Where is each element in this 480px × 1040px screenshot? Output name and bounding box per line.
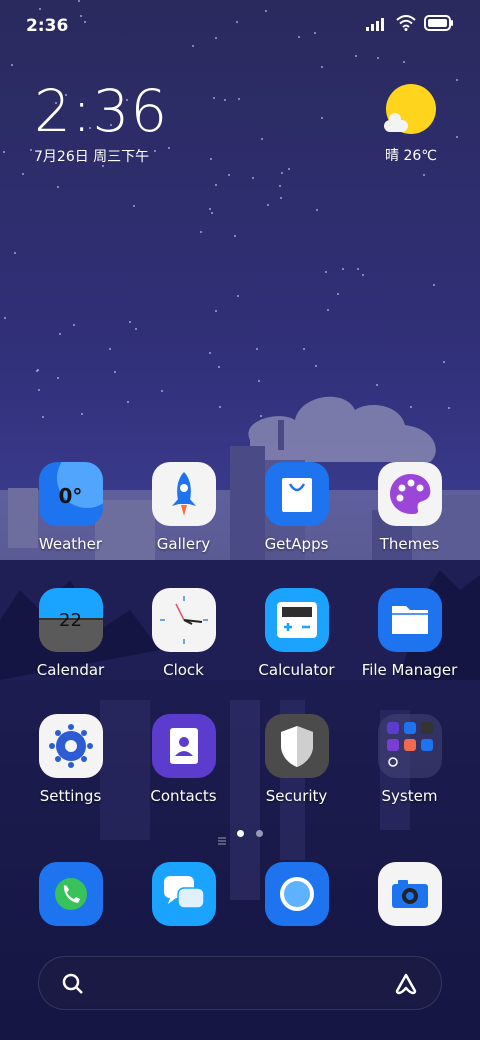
app-gallery[interactable]: Gallery xyxy=(127,462,240,553)
app-label: Security xyxy=(265,787,328,805)
page-indicator[interactable] xyxy=(0,830,480,845)
app-themes[interactable]: Themes xyxy=(353,462,466,553)
menu-lines-icon xyxy=(217,830,226,845)
wifi-icon xyxy=(396,15,416,35)
sun-cloud-icon xyxy=(384,84,436,134)
status-time: 2:36 xyxy=(26,16,69,36)
weather-icon: 0° xyxy=(38,462,103,526)
signal-icon xyxy=(366,16,388,35)
gear-icon xyxy=(38,714,103,778)
weather-summary: 晴 26℃ xyxy=(385,148,437,164)
page-dot xyxy=(255,830,263,837)
folder-grid-icon xyxy=(377,714,442,778)
app-calendar[interactable]: 22 Calendar xyxy=(14,588,127,679)
app-settings[interactable]: Settings xyxy=(14,714,127,805)
palette-icon xyxy=(377,462,442,526)
app-file-manager[interactable]: File Manager xyxy=(353,588,466,679)
app-label: Contacts xyxy=(150,787,217,805)
calendar-icon: 22 xyxy=(38,588,103,652)
weather-widget[interactable]: 晴 26℃ xyxy=(376,84,446,165)
dock-browser[interactable] xyxy=(240,862,353,926)
page-dot-active xyxy=(236,830,244,837)
assistant-icon[interactable] xyxy=(393,972,419,1000)
app-label: Calculator xyxy=(258,661,335,679)
app-label: GetApps xyxy=(264,535,329,553)
battery-icon xyxy=(424,15,454,35)
chat-bubbles-icon xyxy=(151,862,216,926)
app-security[interactable]: Security xyxy=(240,714,353,805)
calculator-icon xyxy=(264,588,329,652)
rocket-icon xyxy=(151,462,216,526)
app-label: System xyxy=(381,787,438,805)
app-label: Calendar xyxy=(36,661,105,679)
app-getapps[interactable]: GetApps xyxy=(240,462,353,553)
app-calculator[interactable]: Calculator xyxy=(240,588,353,679)
clock-widget[interactable]: 2:36 7月26日 周三下午 xyxy=(34,78,168,166)
browser-icon xyxy=(264,862,329,926)
widget-time: 2:36 xyxy=(34,77,169,145)
search-bar[interactable] xyxy=(38,956,442,1010)
app-clock[interactable]: Clock xyxy=(127,588,240,679)
app-contacts[interactable]: Contacts xyxy=(127,714,240,805)
dock-phone[interactable] xyxy=(14,862,127,926)
app-label: Clock xyxy=(163,661,204,679)
app-label: Settings xyxy=(39,787,102,805)
widget-date: 7月26日 周三下午 xyxy=(34,149,150,165)
phone-icon xyxy=(38,862,103,926)
app-label: File Manager xyxy=(361,661,458,679)
status-bar: 2:36 xyxy=(0,0,480,50)
shield-icon xyxy=(264,714,329,778)
folder-icon xyxy=(377,588,442,652)
app-label: Themes xyxy=(379,535,440,553)
dock-camera[interactable] xyxy=(353,862,466,926)
dock-messages[interactable] xyxy=(127,862,240,926)
app-label: Weather xyxy=(38,535,103,553)
clock-icon xyxy=(151,588,216,652)
contacts-book-icon xyxy=(151,714,216,778)
app-label: Gallery xyxy=(156,535,211,553)
shopping-bag-icon xyxy=(264,462,329,526)
app-system-folder[interactable]: System xyxy=(353,714,466,805)
camera-icon xyxy=(377,862,442,926)
search-icon[interactable] xyxy=(61,972,85,1000)
app-weather[interactable]: 0° Weather xyxy=(14,462,127,553)
